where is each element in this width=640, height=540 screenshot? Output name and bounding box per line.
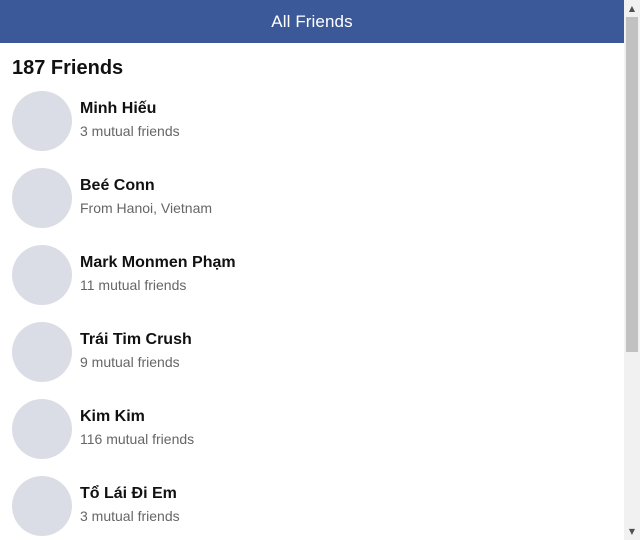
avatar[interactable] — [12, 245, 72, 305]
friend-detail: 3 mutual friends — [80, 123, 180, 139]
friend-item[interactable]: Mark Monmen Phạm 11 mutual friends — [0, 244, 624, 321]
friend-detail: 9 mutual friends — [80, 354, 180, 370]
friend-item[interactable]: Minh Hiếu 3 mutual friends — [0, 90, 624, 167]
avatar[interactable] — [12, 322, 72, 382]
scrollbar-thumb[interactable] — [626, 17, 638, 352]
friend-name[interactable]: Minh Hiếu — [80, 100, 156, 118]
friend-item[interactable]: Kim Kim 116 mutual friends — [0, 398, 624, 475]
friend-detail: From Hanoi, Vietnam — [80, 200, 213, 216]
friend-detail: 116 mutual friends — [80, 431, 195, 447]
friends-content[interactable]: 187 Friends Minh Hiếu 3 mutual friends B… — [0, 43, 624, 540]
friend-name[interactable]: Mark Monmen Phạm — [80, 254, 236, 272]
vertical-scrollbar[interactable]: ▲ ▼ — [624, 0, 640, 540]
friend-detail: 11 mutual friends — [80, 277, 187, 293]
page-title: All Friends — [271, 11, 353, 31]
avatar[interactable] — [12, 91, 72, 151]
avatar[interactable] — [12, 168, 72, 228]
friends-list: Minh Hiếu 3 mutual friends Beé Conn From… — [0, 90, 624, 540]
friend-item[interactable]: Tổ Lái Đi Em 3 mutual friends — [0, 475, 624, 540]
friend-name[interactable]: Tổ Lái Đi Em — [80, 485, 177, 503]
friends-page: All Friends 187 Friends Minh Hiếu 3 mutu… — [0, 0, 640, 540]
friends-count: 187 Friends — [12, 57, 124, 79]
friend-name[interactable]: Kim Kim — [80, 408, 145, 426]
friend-detail: 3 mutual friends — [80, 508, 180, 524]
scroll-up-arrow-icon[interactable]: ▲ — [624, 0, 640, 17]
page-header: All Friends — [0, 0, 624, 43]
friend-item[interactable]: Trái Tim Crush 9 mutual friends — [0, 321, 624, 398]
friend-item[interactable]: Beé Conn From Hanoi, Vietnam — [0, 167, 624, 244]
avatar[interactable] — [12, 399, 72, 459]
avatar[interactable] — [12, 476, 72, 536]
scroll-down-arrow-icon[interactable]: ▼ — [624, 523, 640, 540]
friend-name[interactable]: Trái Tim Crush — [80, 331, 192, 349]
friend-name[interactable]: Beé Conn — [80, 177, 155, 195]
